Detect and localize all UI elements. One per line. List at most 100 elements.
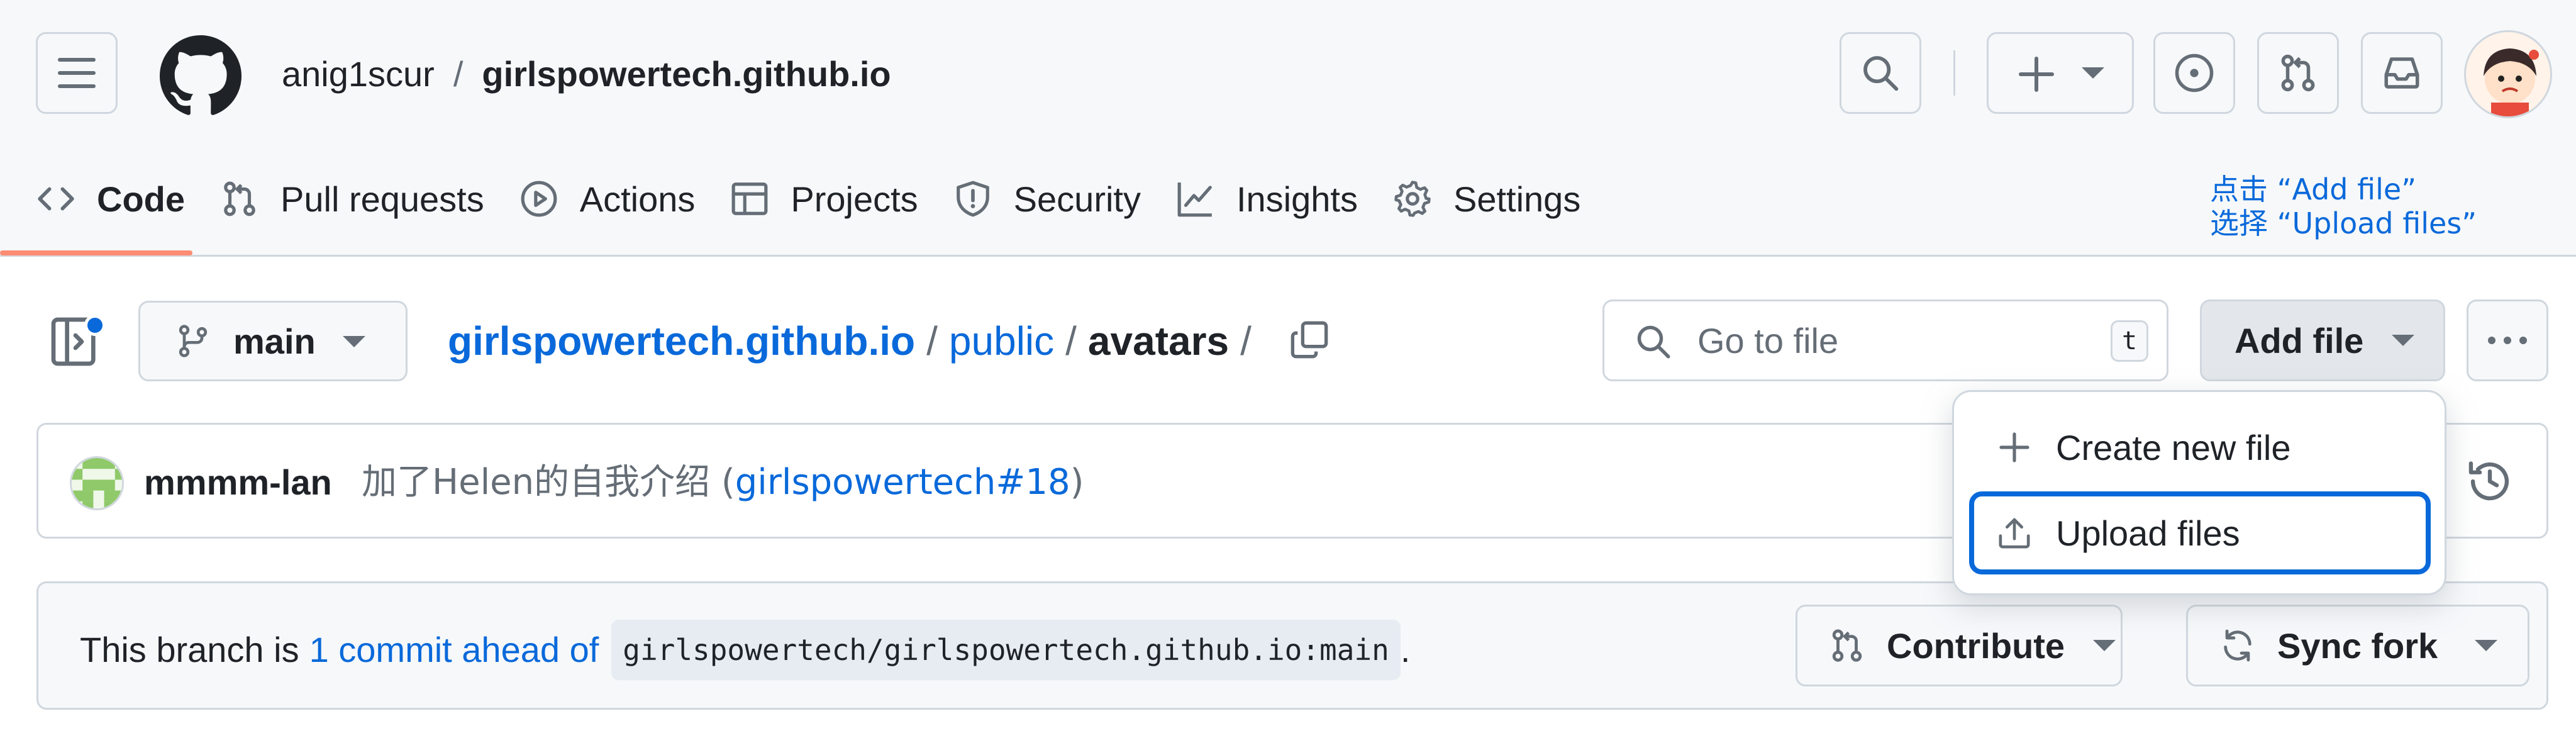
issues-button[interactable] — [2153, 32, 2235, 114]
search-icon — [1863, 56, 1899, 91]
pull-requests-button[interactable] — [2257, 32, 2339, 114]
sync-fork-label: Sync fork — [2277, 625, 2438, 666]
add-file-button[interactable]: Add file — [2200, 299, 2445, 381]
inbox-button[interactable] — [2361, 32, 2443, 114]
path-root-link[interactable]: girlspowertech.github.io — [448, 318, 915, 364]
branch-status-suffix: . — [1400, 630, 1411, 669]
go-to-file-placeholder: Go to file — [1697, 321, 1839, 361]
tab-settings[interactable]: Settings — [1393, 161, 1580, 237]
instruction-line-2: 选择 “Upload files” — [2210, 206, 2477, 240]
commit-message: 加了Helen的自我介绍 (girlspowertech#18) — [362, 461, 1084, 504]
more-options-button[interactable] — [2467, 299, 2548, 381]
commit-author-avatar[interactable] — [70, 456, 124, 510]
search-icon — [1637, 325, 1670, 359]
plus-icon — [1999, 432, 2029, 462]
instruction-line-1: 点击 “Add file” — [2210, 172, 2417, 206]
repo-breadcrumb: anig1scur / girlspowertech.github.io — [282, 53, 891, 96]
tab-settings-label: Settings — [1453, 179, 1581, 219]
git-pull-request-icon — [2281, 54, 2315, 92]
graph-icon — [1177, 182, 1212, 217]
chevron-down-icon — [2475, 640, 2497, 651]
branch-name: main — [233, 321, 316, 361]
chevron-down-icon — [2082, 67, 2104, 79]
menu-item-upload-files[interactable]: Upload files — [1969, 491, 2431, 574]
hamburger-icon — [58, 58, 96, 88]
avatar-illustration-icon — [2484, 48, 2539, 116]
copy-path-button[interactable] — [1289, 320, 1330, 360]
tab-pull-requests-label: Pull requests — [280, 179, 484, 219]
repo-header: anig1scur / girlspowertech.github.io Cod… — [0, 0, 2576, 257]
path-current-folder: avatars — [1087, 318, 1230, 364]
git-branch-icon — [179, 325, 208, 357]
search-button[interactable] — [1840, 32, 1921, 114]
git-pull-request-icon — [1832, 629, 1862, 662]
keyboard-shortcut-hint: t — [2111, 320, 2148, 362]
repo-name-link[interactable]: girlspowertech.github.io — [482, 54, 891, 94]
issue-opened-icon — [2175, 53, 2214, 92]
repo-nav-tabs: Code Pull requests Actions Projects Secu… — [36, 161, 1616, 237]
menu-item-label: Create new file — [2056, 427, 2291, 467]
upload-icon — [1999, 518, 2030, 549]
play-circle-icon — [521, 181, 557, 217]
contribute-button[interactable]: Contribute — [1796, 605, 2123, 686]
sync-icon — [2224, 629, 2251, 662]
file-path-breadcrumb: girlspowertech.github.io / public / avatars / — [448, 317, 1263, 365]
user-avatar[interactable] — [2464, 30, 2552, 118]
plus-icon — [2019, 57, 2054, 92]
commits-ahead-link[interactable]: 1 commit ahead of — [309, 624, 599, 676]
branch-status-box: This branch is 1 commit ahead of girlspo… — [36, 581, 2548, 710]
kebab-horizontal-icon — [2488, 337, 2527, 344]
menu-item-label: Upload files — [2056, 513, 2240, 553]
header-divider — [1953, 50, 1955, 96]
commit-message-text[interactable]: 加了Helen的自我介绍 — [362, 462, 710, 503]
tab-pull-requests[interactable]: Pull requests — [220, 161, 484, 237]
commit-history-button[interactable] — [2466, 457, 2514, 505]
upstream-branch-code: girlspowertech/girlspowertech.github.io:… — [611, 620, 1401, 680]
commit-pr-link[interactable]: girlspowertech#18 — [735, 462, 1070, 503]
copy-icon — [1291, 321, 1328, 359]
go-to-file-input[interactable]: Go to file t — [1602, 299, 2168, 381]
repo-owner-link[interactable]: anig1scur — [282, 54, 435, 94]
add-file-dropdown-menu: Create new file Upload files — [1952, 390, 2446, 595]
identicon-icon — [72, 458, 122, 508]
tab-code-label: Code — [97, 179, 185, 219]
commit-ref-close: ) — [1070, 462, 1084, 503]
instruction-annotation: 点击 “Add file” 选择 “Upload files” — [2210, 172, 2477, 240]
branch-status-text: This branch is 1 commit ahead of girlspo… — [80, 620, 1410, 680]
create-new-button[interactable] — [1987, 32, 2134, 114]
breadcrumb-separator: / — [453, 54, 464, 94]
tab-projects-label: Projects — [791, 179, 918, 219]
contribute-label: Contribute — [1887, 625, 2065, 666]
notification-dot — [84, 315, 106, 336]
tab-actions[interactable]: Actions — [519, 161, 696, 237]
active-tab-indicator — [0, 250, 192, 255]
chevron-down-icon — [2392, 335, 2414, 346]
git-pull-request-icon — [224, 181, 255, 216]
tab-insights[interactable]: Insights — [1176, 161, 1358, 237]
path-folder-link[interactable]: public — [949, 318, 1054, 364]
history-icon — [2468, 461, 2509, 501]
shield-icon — [956, 181, 989, 217]
table-icon — [731, 182, 768, 215]
tab-actions-label: Actions — [579, 179, 696, 219]
path-separator: / — [1240, 318, 1252, 364]
menu-button[interactable] — [36, 32, 118, 114]
path-separator: / — [926, 318, 938, 364]
sync-fork-button[interactable]: Sync fork — [2186, 605, 2529, 686]
gear-icon — [1394, 181, 1431, 217]
inbox-icon — [2384, 57, 2419, 89]
path-separator: / — [1065, 318, 1077, 364]
tab-security-label: Security — [1013, 179, 1141, 219]
tab-code[interactable]: Code — [36, 161, 185, 237]
commit-author-link[interactable]: mmmm-lan — [144, 461, 332, 504]
branch-selector-button[interactable]: main — [138, 301, 408, 381]
tab-insights-label: Insights — [1236, 179, 1358, 219]
github-logo-icon[interactable] — [160, 35, 242, 117]
chevron-down-icon — [343, 336, 365, 347]
branch-status-prefix: This branch is — [80, 630, 299, 669]
menu-item-create-new-file[interactable]: Create new file — [1969, 406, 2431, 489]
tab-security[interactable]: Security — [953, 161, 1141, 237]
tab-projects[interactable]: Projects — [730, 161, 918, 237]
add-file-label: Add file — [2235, 320, 2364, 361]
code-icon — [38, 187, 74, 211]
